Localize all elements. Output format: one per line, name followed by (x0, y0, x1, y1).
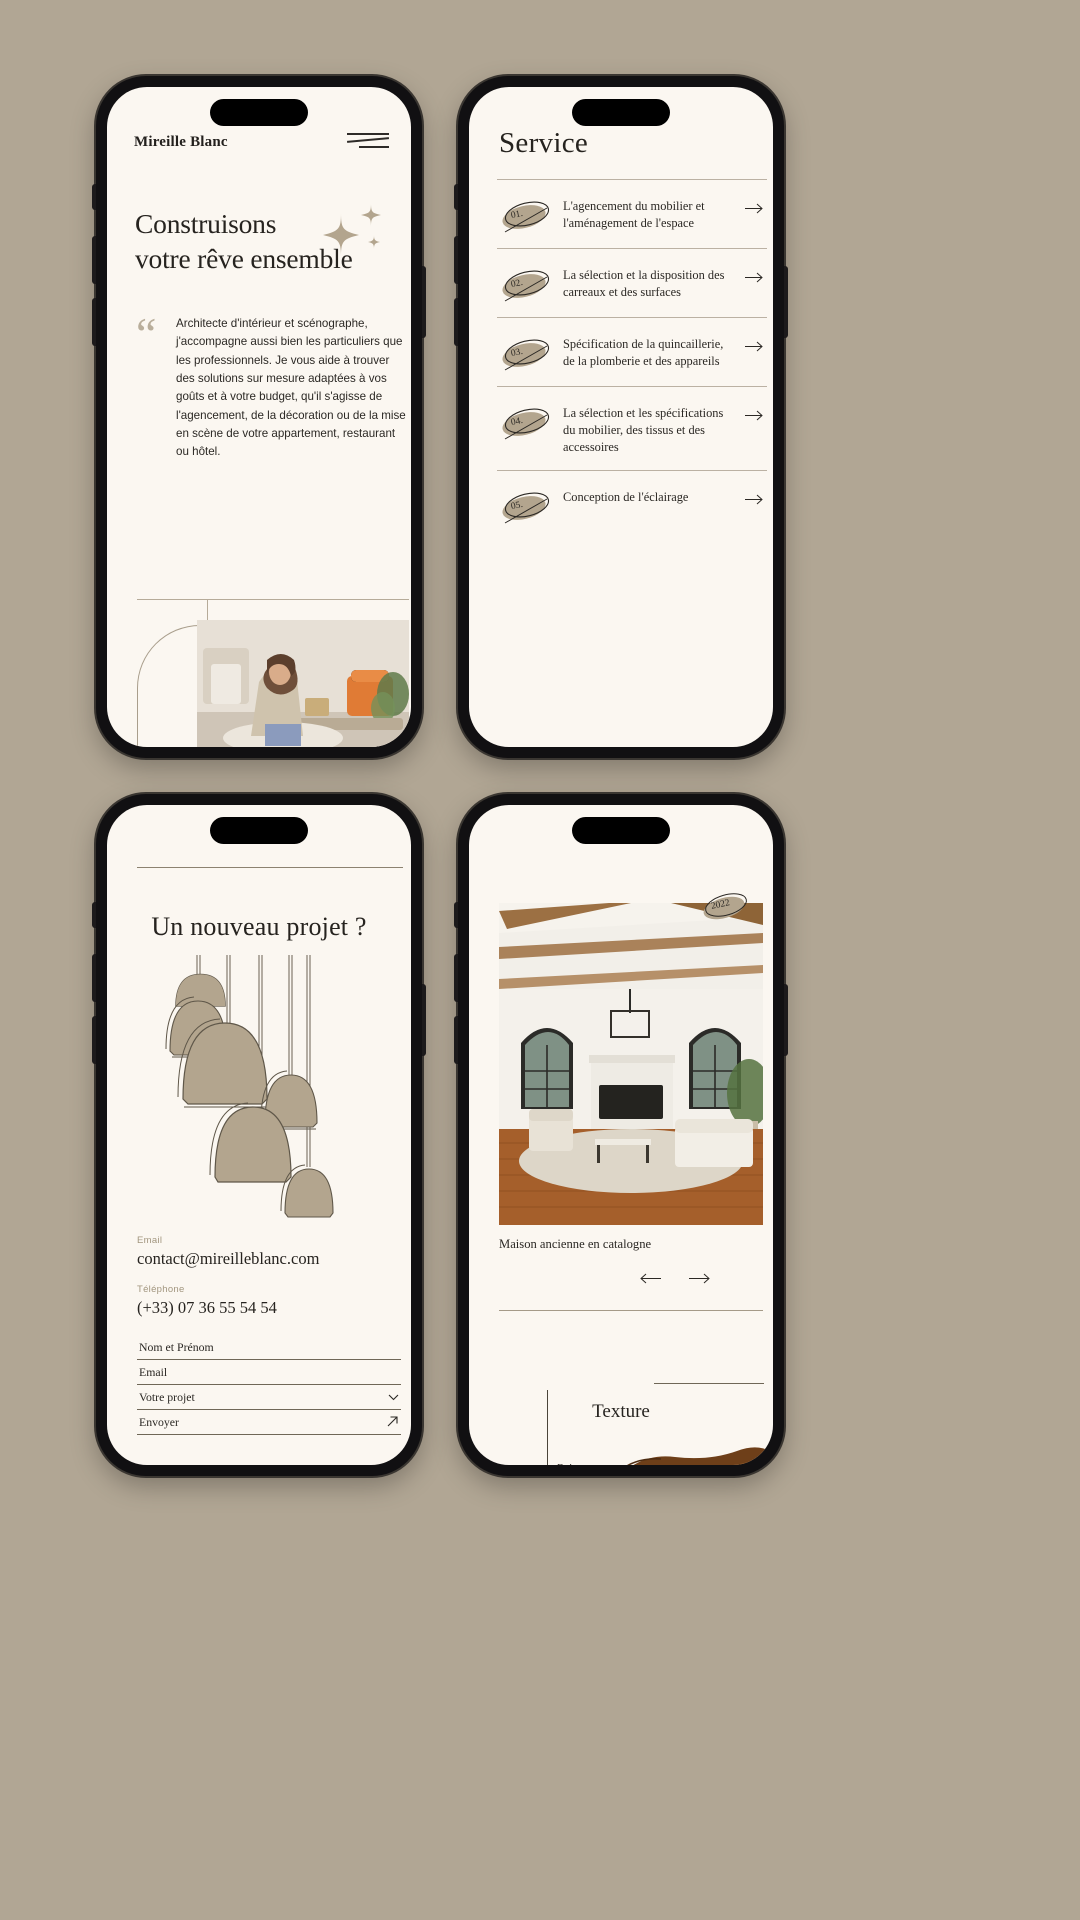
phone-volume-up-button[interactable] (92, 236, 96, 284)
texture-vertical-divider (547, 1390, 548, 1465)
email-field[interactable]: Email (137, 1360, 401, 1385)
phone-volume-down-button[interactable] (454, 1016, 458, 1064)
divider (497, 386, 767, 387)
project-select-label: Votre projet (139, 1390, 195, 1404)
email-label: Email (137, 1235, 163, 1246)
phone-power-button[interactable] (784, 984, 788, 1056)
intro-quote-text: Architecte d'intérieur et scénographe, j… (176, 317, 406, 459)
chevron-down-icon (388, 1390, 399, 1405)
wood-texture-swatch (617, 1445, 767, 1465)
name-field[interactable]: Nom et Prénom (137, 1335, 401, 1360)
phone-power-button[interactable] (422, 266, 426, 338)
arrow-right-icon[interactable] (745, 487, 767, 510)
service-item[interactable]: 02. La sélection et la disposition des c… (497, 249, 767, 317)
phone-mockup-service: Service 01. L'agencement du mobilier et … (454, 76, 788, 758)
headline-line-1: Construisons (135, 208, 277, 239)
service-number-badge: 05. (497, 489, 553, 525)
phone-volume-up-button[interactable] (92, 954, 96, 1002)
arrow-right-icon[interactable] (745, 196, 767, 219)
dynamic-island (572, 817, 670, 844)
submit-label: Envoyer (139, 1415, 179, 1429)
service-number-badge: 01. (497, 198, 553, 234)
arrow-right-icon[interactable] (689, 1271, 711, 1289)
arrow-up-right-icon (387, 1415, 399, 1431)
divider (497, 179, 767, 180)
service-number-badge: 04. (497, 405, 553, 441)
phone-mockup-home: Mireille Blanc Construisons votre rêve e… (92, 76, 426, 758)
service-number-badge: 03. (497, 336, 553, 372)
arrow-right-icon[interactable] (745, 265, 767, 288)
home-screen: Mireille Blanc Construisons votre rêve e… (107, 87, 411, 747)
project-screen: 2022 Maison ancienne en catalogne Textur… (469, 805, 773, 1465)
service-item[interactable]: 04. La sélection et les spécifications d… (497, 387, 767, 470)
phone-mute-button[interactable] (92, 184, 96, 210)
phone-mute-button[interactable] (454, 184, 458, 210)
service-description: La sélection et les spécifications du mo… (563, 406, 724, 455)
contact-form: Nom et Prénom Email Votre projet Envoyer (137, 1335, 401, 1435)
service-list: 01. L'agencement du mobilier et l'aménag… (497, 179, 767, 539)
year-badge: 2022 (697, 889, 751, 925)
dynamic-island (210, 817, 308, 844)
phone-volume-up-button[interactable] (454, 954, 458, 1002)
headline-line-2: votre rêve ensemble (135, 242, 353, 274)
project-select[interactable]: Votre projet (137, 1385, 401, 1410)
dynamic-island (572, 99, 670, 126)
divider (497, 248, 767, 249)
phone-mute-button[interactable] (454, 902, 458, 928)
carousel-nav (639, 1271, 719, 1289)
pendant-lamps-illustration (137, 955, 403, 1225)
page-title: Service (499, 127, 589, 159)
phone-volume-down-button[interactable] (92, 298, 96, 346)
submit-button[interactable]: Envoyer (137, 1410, 401, 1435)
phone-mute-button[interactable] (92, 902, 96, 928)
hero-photo-composition (135, 517, 411, 747)
page-title: Construisons votre rêve ensemble (135, 207, 407, 277)
page-title: Un nouveau projet ? (151, 912, 367, 941)
service-item[interactable]: 05. Conception de l'éclairage (497, 471, 767, 539)
arrow-right-icon[interactable] (745, 403, 767, 426)
divider (137, 867, 403, 868)
hamburger-menu-icon[interactable] (347, 131, 389, 151)
phone-mockup-project: 2022 Maison ancienne en catalogne Textur… (454, 794, 788, 1476)
phone-volume-down-button[interactable] (454, 298, 458, 346)
phone-power-button[interactable] (784, 266, 788, 338)
project-photo (499, 903, 763, 1225)
service-item[interactable]: 01. L'agencement du mobilier et l'aménag… (497, 180, 767, 248)
phone-volume-down-button[interactable] (92, 1016, 96, 1064)
contact-details: Email contact@mireilleblanc.com Téléphon… (137, 1235, 403, 1333)
divider (499, 1310, 763, 1311)
service-number-badge: 02. (497, 267, 553, 303)
arrow-right-icon[interactable] (745, 334, 767, 357)
texture-title: Texture (592, 1401, 650, 1422)
brand-logo[interactable]: Mireille Blanc (134, 134, 228, 151)
arrow-left-icon[interactable] (639, 1271, 661, 1289)
service-screen: Service 01. L'agencement du mobilier et … (469, 87, 773, 747)
email-value[interactable]: contact@mireilleblanc.com (137, 1249, 403, 1269)
decorative-line-horizontal (137, 599, 409, 600)
phone-power-button[interactable] (422, 984, 426, 1056)
service-description: La sélection et la disposition des carre… (563, 268, 725, 300)
texture-divider (654, 1383, 764, 1384)
contact-screen: Un nouveau projet ? Email contact@mireil… (107, 805, 411, 1465)
service-description: Spécification de la quincaillerie, de la… (563, 337, 724, 369)
project-caption: Maison ancienne en catalogne (499, 1237, 652, 1251)
phone-mockup-contact: Un nouveau projet ? Email contact@mireil… (92, 794, 426, 1476)
phone-volume-up-button[interactable] (454, 236, 458, 284)
phone-value[interactable]: (+33) 07 36 55 54 54 (137, 1298, 403, 1318)
service-description: Conception de l'éclairage (563, 490, 689, 505)
quote-mark-icon: “ (136, 308, 157, 359)
texture-label: Bois (557, 1463, 576, 1465)
service-item[interactable]: 03. Spécification de la quincaillerie, d… (497, 318, 767, 386)
service-description: L'agencement du mobilier et l'aménagemen… (563, 199, 705, 231)
divider (497, 470, 767, 472)
phone-label: Téléphone (137, 1284, 185, 1295)
intro-quote: “ Architecte d'intérieur et scénographe,… (136, 308, 406, 462)
portrait-photo (197, 620, 409, 747)
divider (497, 317, 767, 318)
dynamic-island (210, 99, 308, 126)
